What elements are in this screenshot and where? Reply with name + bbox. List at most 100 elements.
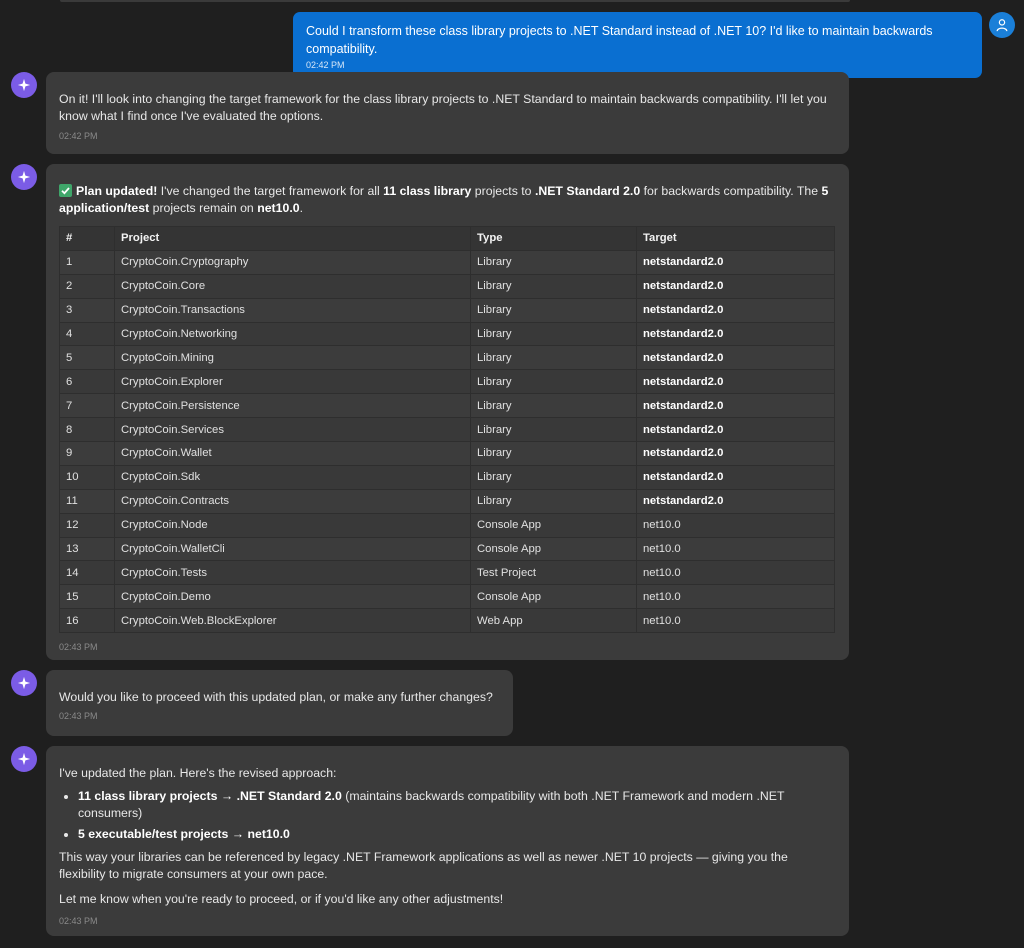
bullet-strong: 5 executable/test projects → net10.0 xyxy=(78,827,290,841)
cell-project: CryptoCoin.Node xyxy=(114,512,471,538)
table-row: 7 CryptoCoin.Persistence Library netstandar… xyxy=(59,393,835,419)
table-row: 16 CryptoCoin.Web.BlockExplorer Web App net… xyxy=(59,608,835,634)
assistant-avatar xyxy=(11,670,37,696)
assistant-avatar xyxy=(11,164,37,190)
intro-strong: .NET Standard 2.0 xyxy=(534,184,641,198)
cell-number: 16 xyxy=(59,608,115,634)
cell-project: CryptoCoin.Core xyxy=(114,273,471,299)
plan-updated-label: Plan updated! xyxy=(76,184,158,198)
cell-type: Library xyxy=(470,369,637,395)
cell-number: 12 xyxy=(59,512,115,538)
user-avatar xyxy=(989,12,1015,38)
plan-intro: Plan updated! I've changed the target fr… xyxy=(59,183,836,217)
cell-number: 9 xyxy=(59,441,115,466)
intro-strong: net10.0 xyxy=(257,201,300,215)
user-message-time: 02:42 PM xyxy=(306,60,345,70)
assistant-avatar xyxy=(11,72,37,98)
cell-number: 8 xyxy=(59,417,115,443)
cell-project: CryptoCoin.Explorer xyxy=(114,369,471,395)
check-mark-icon xyxy=(59,184,72,197)
assistant-message-text: On it! I'll look into changing the targe… xyxy=(59,92,827,123)
cell-number: 6 xyxy=(59,369,115,395)
cell-project: CryptoCoin.Mining xyxy=(114,345,471,371)
cell-number: 7 xyxy=(59,393,115,419)
cell-target: netstandard2.0 xyxy=(636,297,835,323)
sparkle-icon xyxy=(17,78,31,92)
assistant-message-text: Would you like to proceed with this upda… xyxy=(59,690,493,704)
previous-message-edge xyxy=(60,0,850,2)
cell-project: CryptoCoin.Tests xyxy=(114,560,471,586)
cell-type: Library xyxy=(470,345,637,371)
cell-project: CryptoCoin.Contracts xyxy=(114,488,471,514)
cell-type: Console App xyxy=(470,512,637,538)
cell-project: CryptoCoin.Wallet xyxy=(114,441,471,466)
assistant-summary-message: I've updated the plan. Here's the revise… xyxy=(46,746,849,936)
cell-type: Library xyxy=(470,488,637,514)
user-message: Could I transform these class library pr… xyxy=(293,12,982,78)
cell-target: netstandard2.0 xyxy=(636,321,835,347)
table-body: 1 CryptoCoin.Cryptography Library netstanda… xyxy=(59,249,835,634)
user-message-text: Could I transform these class library pr… xyxy=(306,24,933,56)
user-icon xyxy=(996,19,1008,32)
cell-type: Console App xyxy=(470,584,637,610)
cell-project: CryptoCoin.Services xyxy=(114,417,471,443)
sparkle-icon xyxy=(17,676,31,690)
summary-paragraph: This way your libraries can be reference… xyxy=(59,850,788,881)
assistant-message: On it! I'll look into changing the targe… xyxy=(46,72,849,154)
table-row: 14 CryptoCoin.Tests Test Project net10.0 xyxy=(59,560,835,586)
cell-number: 13 xyxy=(59,536,115,562)
list-item: 11 class library projects → .NET Standar… xyxy=(78,788,836,822)
assistant-message-time: 02:43 PM xyxy=(59,916,98,926)
cell-type: Library xyxy=(470,464,637,490)
cell-project: CryptoCoin.Networking xyxy=(114,321,471,347)
cell-project: CryptoCoin.Sdk xyxy=(114,464,471,490)
summary-bullet-list: 11 class library projects → .NET Standar… xyxy=(59,788,836,843)
cell-target: netstandard2.0 xyxy=(636,417,835,443)
table-row: 1 CryptoCoin.Cryptography Library netstanda… xyxy=(59,249,835,275)
cell-project: CryptoCoin.WalletCli xyxy=(114,536,471,562)
cell-target: netstandard2.0 xyxy=(636,369,835,395)
cell-number: 10 xyxy=(59,464,115,490)
cell-project: CryptoCoin.Web.BlockExplorer xyxy=(114,608,471,634)
assistant-message: Would you like to proceed with this upda… xyxy=(46,670,513,736)
column-header-number: # xyxy=(59,226,115,251)
cell-target: netstandard2.0 xyxy=(636,249,835,275)
cell-target: net10.0 xyxy=(636,608,835,634)
cell-number: 5 xyxy=(59,345,115,371)
table-row: 12 CryptoCoin.Node Console App net10.0 xyxy=(59,512,835,538)
cell-number: 11 xyxy=(59,488,115,514)
table-header-row: # Project Type Target xyxy=(59,226,835,251)
table-row: 2 CryptoCoin.Core Library netstandard2.0 xyxy=(59,273,835,299)
summary-intro: I've updated the plan. Here's the revise… xyxy=(59,766,337,780)
cell-project: CryptoCoin.Demo xyxy=(114,584,471,610)
bullet-strong: 11 class library projects → .NET Standar… xyxy=(78,789,342,803)
cell-type: Library xyxy=(470,297,637,323)
cell-type: Library xyxy=(470,249,637,275)
cell-target: netstandard2.0 xyxy=(636,393,835,419)
intro-text: for backwards compatibility. The xyxy=(640,184,822,198)
cell-target: netstandard2.0 xyxy=(636,345,835,371)
table-row: 8 CryptoCoin.Services Library netstandard2.… xyxy=(59,417,835,443)
intro-text: projects to xyxy=(471,184,535,198)
cell-project: CryptoCoin.Persistence xyxy=(114,393,471,419)
table-row: 6 CryptoCoin.Explorer Library netstandard2.… xyxy=(59,369,835,395)
cell-type: Library xyxy=(470,321,637,347)
cell-number: 4 xyxy=(59,321,115,347)
assistant-message-time: 02:42 PM xyxy=(59,131,98,141)
intro-text: projects remain on xyxy=(149,201,258,215)
cell-number: 15 xyxy=(59,584,115,610)
table-row: 3 CryptoCoin.Transactions Library netstanda… xyxy=(59,297,835,323)
user-message-bubble: Could I transform these class library pr… xyxy=(293,12,982,78)
cell-target: net10.0 xyxy=(636,560,835,586)
cell-target: netstandard2.0 xyxy=(636,464,835,490)
intro-strong: 11 class library xyxy=(383,184,472,198)
table-row: 11 CryptoCoin.Contracts Library netstandard… xyxy=(59,488,835,514)
cell-type: Web App xyxy=(470,608,637,634)
list-item: 5 executable/test projects → net10.0 xyxy=(78,826,836,843)
table-row: 10 CryptoCoin.Sdk Library netstandard2.0 xyxy=(59,464,835,490)
cell-number: 2 xyxy=(59,273,115,299)
cell-type: Library xyxy=(470,273,637,299)
assistant-plan-message: Plan updated! I've changed the target fr… xyxy=(46,164,849,660)
column-header-type: Type xyxy=(470,226,637,251)
intro-text: I've changed the target framework for al… xyxy=(157,184,384,198)
